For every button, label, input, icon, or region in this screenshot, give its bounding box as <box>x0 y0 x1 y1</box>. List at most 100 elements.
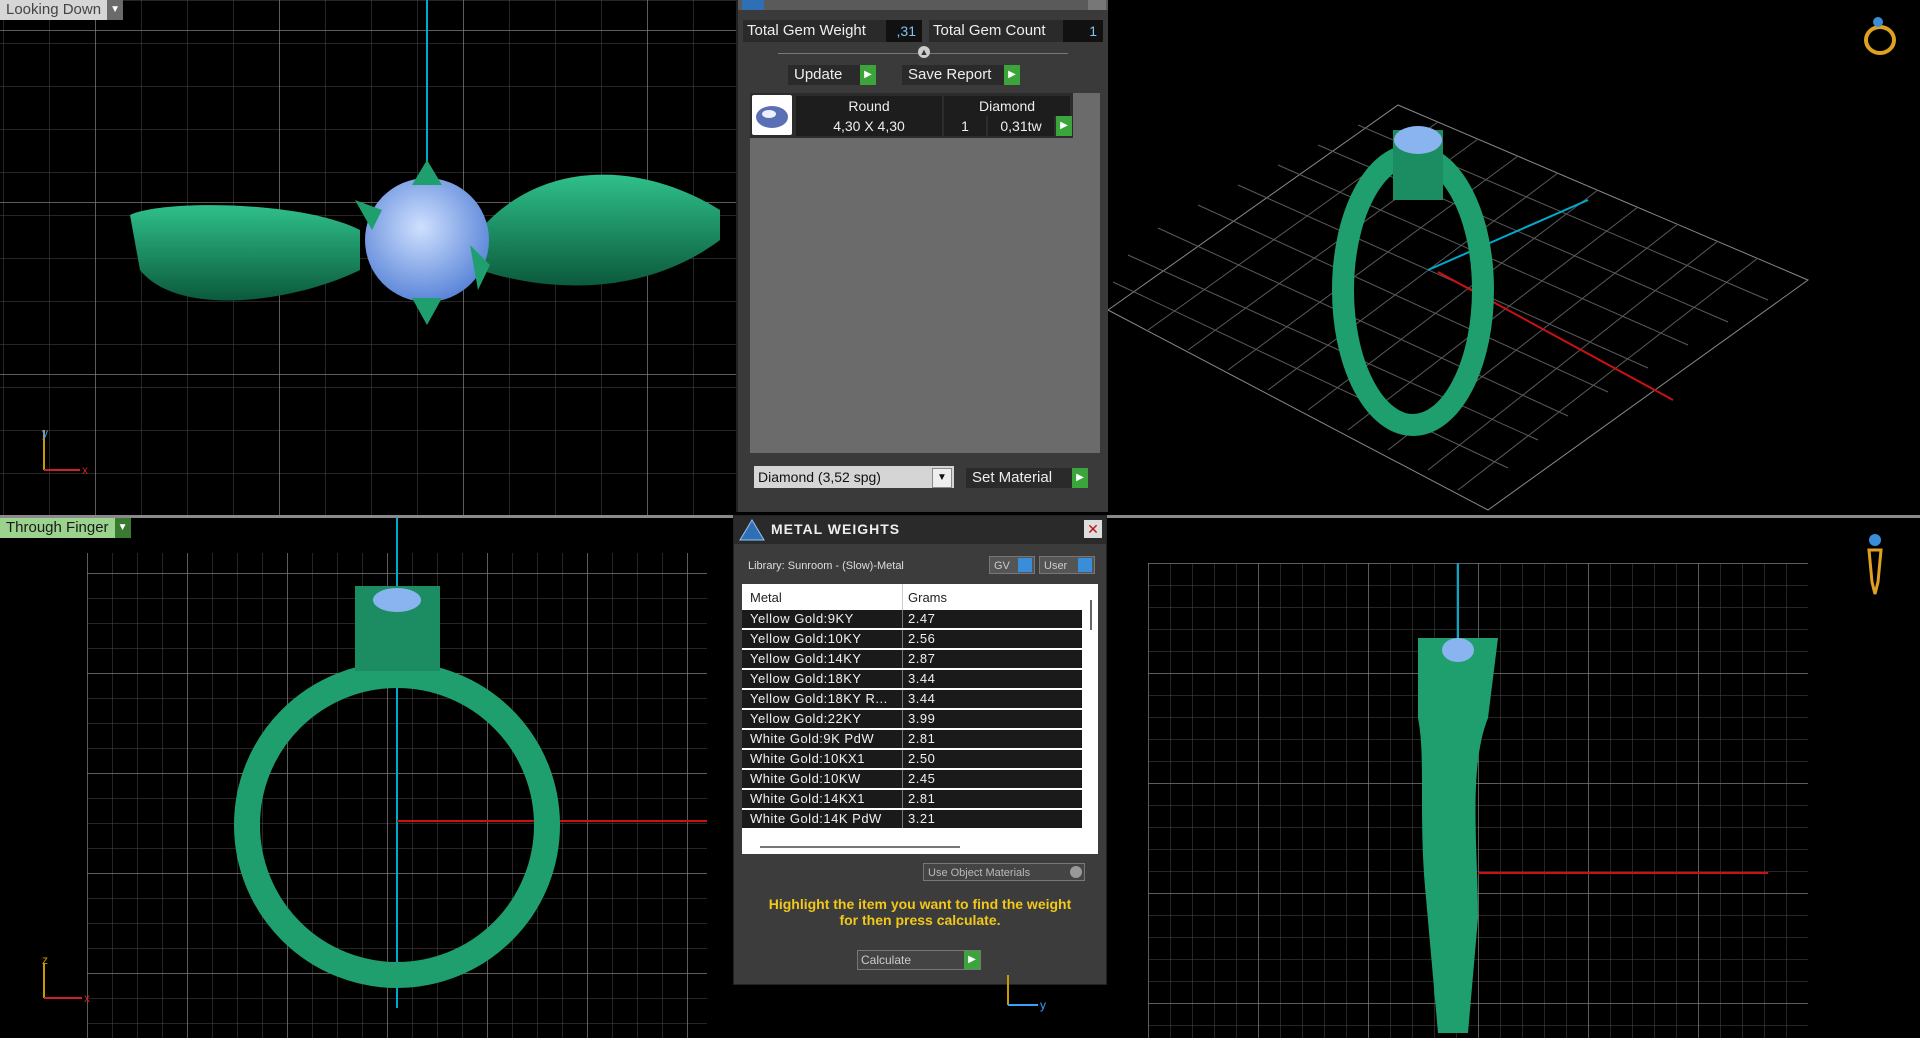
metal-weights-table[interactable]: Metal Grams Yellow Gold:9KY 2.47 Yellow Go… <box>742 584 1098 854</box>
play-icon: ▶ <box>964 951 980 969</box>
metal-name: White Gold:10KX1 <box>750 751 865 766</box>
close-icon[interactable] <box>1088 0 1106 10</box>
user-label: User <box>1044 560 1068 572</box>
gem-profile <box>1442 638 1474 662</box>
update-button[interactable]: Update ▶ <box>788 65 876 85</box>
gem-size: 4,30 X 4,30 <box>796 116 942 136</box>
gem-row[interactable]: Round Diamond 4,30 X 4,30 1 0,31tw ▶ <box>750 93 1073 138</box>
axis-indicator-br: y <box>1007 975 1046 1012</box>
table-row[interactable]: Yellow Gold:22KY 3.99 <box>742 710 1082 728</box>
gem-list: Round Diamond 4,30 X 4,30 1 0,31tw ▶ <box>750 93 1100 453</box>
gem-thumbnail <box>752 95 792 135</box>
col-grams: Grams <box>908 590 947 605</box>
table-row[interactable]: Yellow Gold:9KY 2.47 <box>742 610 1082 628</box>
vertical-scrollbar[interactable] <box>1090 600 1092 630</box>
metal-grams: 3.21 <box>908 811 936 826</box>
view-mode-dropdown[interactable]: Through Finger ▼ <box>0 518 131 538</box>
metal-grams: 3.44 <box>908 671 936 686</box>
metal-name: White Gold:10KW <box>750 771 861 786</box>
play-icon: ▶ <box>1004 65 1020 85</box>
metal-weights-panel: METAL WEIGHTS ✕ Library: Sunroom - (Slow… <box>733 515 1107 985</box>
ring-view-icon[interactable] <box>1858 12 1902 56</box>
table-row[interactable]: Yellow Gold:18KY 3.44 <box>742 670 1082 688</box>
metal-grams: 2.50 <box>908 751 936 766</box>
viewport-through-finger[interactable]: z x Through Finger ▼ <box>0 518 733 1038</box>
user-toggle[interactable]: User <box>1039 556 1095 574</box>
set-material-button[interactable]: Set Material ▶ <box>966 468 1088 488</box>
play-icon: ▶ <box>1072 468 1088 488</box>
metal-name: Yellow Gold:18KY R... <box>750 691 888 706</box>
gem-panel-titlebar <box>738 0 1110 10</box>
table-row[interactable]: White Gold:14KX1 2.81 <box>742 790 1082 808</box>
table-header: Metal Grams <box>742 584 1082 610</box>
gv-label: GV <box>994 560 1010 572</box>
calculate-button[interactable]: Calculate ▶ <box>857 950 981 970</box>
metal-name: Yellow Gold:18KY <box>750 671 862 686</box>
metal-grams: 2.81 <box>908 731 936 746</box>
use-object-materials-label: Use Object Materials <box>928 867 1031 879</box>
total-gem-weight-value: ,31 <box>886 20 922 42</box>
gem-weight: 0,31tw <box>988 116 1054 136</box>
use-object-materials-option[interactable]: Use Object Materials <box>923 863 1085 881</box>
horizontal-scrollbar[interactable] <box>760 846 960 848</box>
metal-grams: 3.99 <box>908 711 936 726</box>
metal-name: White Gold:9K PdW <box>750 731 875 746</box>
table-row[interactable]: White Gold:10KX1 2.50 <box>742 750 1082 768</box>
close-icon[interactable]: ✕ <box>1084 520 1102 538</box>
instruction-line-1: Highlight the item you want to find the … <box>768 896 1072 912</box>
metal-grams: 2.87 <box>908 651 936 666</box>
axis-x-tl: x <box>82 463 88 477</box>
material-select-value: Diamond (3,52 spg) <box>758 469 881 485</box>
radio-icon <box>1070 866 1082 878</box>
view-mode-label: Through Finger <box>6 519 109 536</box>
chevron-down-icon: ▼ <box>107 0 124 20</box>
viewport-perspective[interactable] <box>1108 0 1920 515</box>
collapse-icon[interactable]: ▲ <box>918 46 930 58</box>
gem-count: 1 <box>944 116 986 136</box>
table-row[interactable]: White Gold:9K PdW 2.81 <box>742 730 1082 748</box>
play-icon: ▶ <box>860 65 876 85</box>
gv-toggle[interactable]: GV <box>989 556 1035 574</box>
table-row[interactable]: White Gold:10KW 2.45 <box>742 770 1082 788</box>
table-row[interactable]: Yellow Gold:18KY R... 3.44 <box>742 690 1082 708</box>
set-material-label: Set Material <box>972 469 1053 486</box>
viewport-looking-down[interactable]: y x Looking Down ▼ <box>0 0 736 515</box>
chevron-down-icon: ▼ <box>114 518 131 538</box>
save-report-label: Save Report <box>908 66 992 83</box>
metal-weights-icon <box>739 519 765 541</box>
metal-grams: 2.56 <box>908 631 936 646</box>
metal-name: Yellow Gold:22KY <box>750 711 862 726</box>
metal-name: Yellow Gold:10KY <box>750 631 862 646</box>
metal-grams: 2.45 <box>908 771 936 786</box>
looking-down-scene: y x <box>0 0 736 515</box>
gem-top <box>365 178 489 302</box>
table-row[interactable]: White Gold:14K PdW 3.21 <box>742 810 1082 828</box>
pen-view-icon[interactable] <box>1860 532 1890 602</box>
table-row[interactable]: Yellow Gold:14KY 2.87 <box>742 650 1082 668</box>
instruction-text: Highlight the item you want to find the … <box>744 896 1096 928</box>
gem-perspective <box>1394 126 1442 154</box>
play-icon[interactable]: ▶ <box>1056 116 1072 136</box>
total-gem-weight-label: Total Gem Weight <box>743 20 891 42</box>
metal-name: White Gold:14K PdW <box>750 811 882 826</box>
metal-grams: 3.44 <box>908 691 936 706</box>
total-gem-count-value: 1 <box>1063 20 1103 42</box>
metal-grams: 2.47 <box>908 611 936 626</box>
side-scene <box>1148 563 1808 1038</box>
axis-z-bl: z <box>42 953 48 967</box>
axis-y-br: y <box>1040 998 1046 1012</box>
axis-y-tl: y <box>42 426 48 440</box>
metal-grams: 2.81 <box>908 791 936 806</box>
table-row[interactable]: Yellow Gold:10KY 2.56 <box>742 630 1082 648</box>
instruction-line-2: for then press calculate. <box>839 912 1001 928</box>
view-mode-dropdown[interactable]: Looking Down ▼ <box>0 0 124 20</box>
through-finger-scene: z x <box>42 518 707 1038</box>
update-label: Update <box>794 66 843 83</box>
viewport-side[interactable] <box>1108 518 1920 1038</box>
material-select[interactable]: Diamond (3,52 spg) ▼ <box>754 466 954 488</box>
gem-side <box>373 588 421 612</box>
save-report-button[interactable]: Save Report ▶ <box>902 65 1020 85</box>
metal-weights-title: METAL WEIGHTS <box>771 521 901 537</box>
axis-x-bl: x <box>84 991 90 1005</box>
gem-material: Diamond <box>944 96 1070 116</box>
